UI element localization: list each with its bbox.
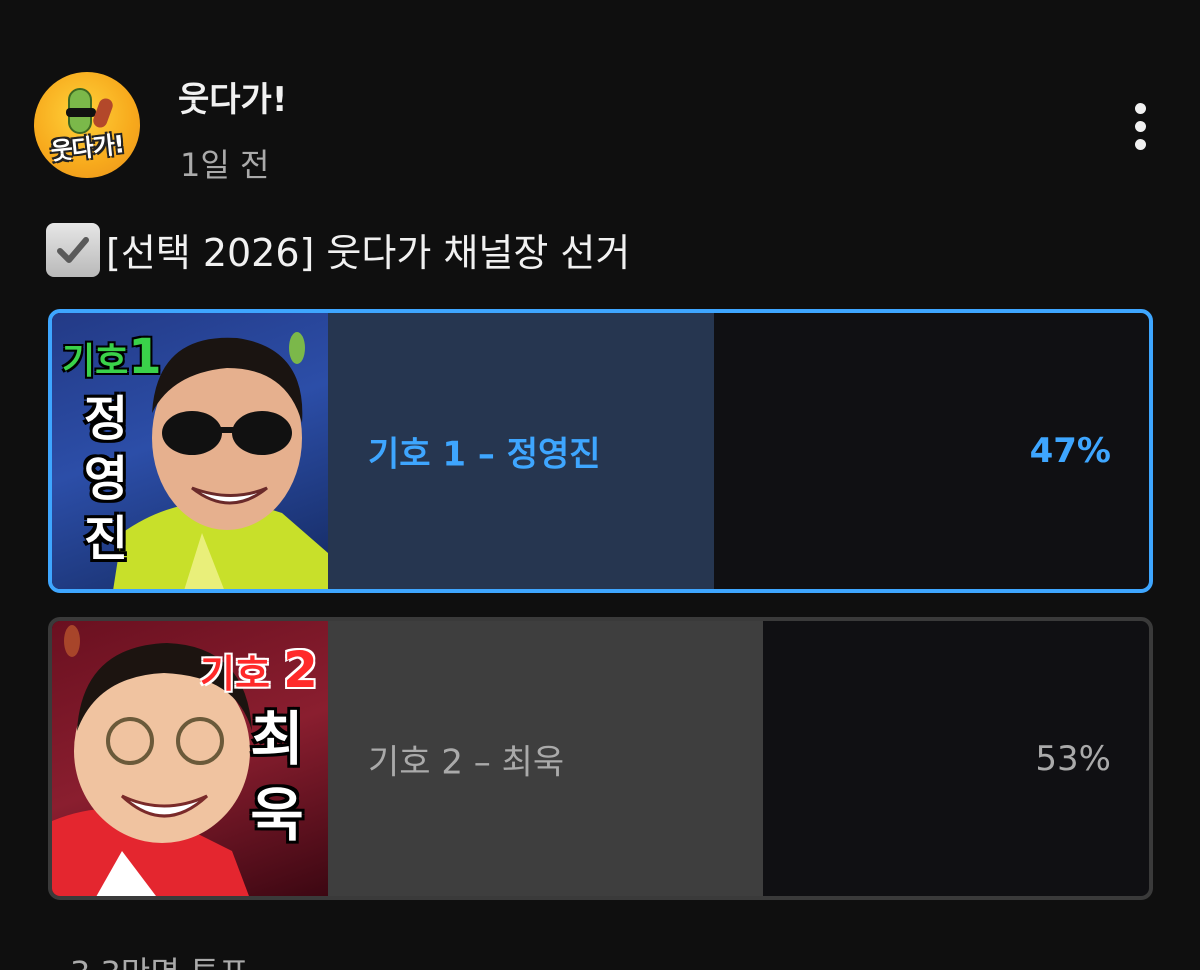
candidate-1-symbol-tag: 기호1	[62, 329, 162, 385]
vote-count: 3.3만명 투표	[70, 948, 249, 970]
sunglasses-icon	[66, 108, 96, 117]
dot-icon	[1134, 120, 1146, 132]
candidate-2-symbol-tag: 기호 2	[200, 641, 318, 699]
candidate-1-thumbnail: 기호1 정 영 진	[52, 313, 328, 589]
more-options-button[interactable]	[1116, 96, 1164, 156]
channel-name[interactable]: 웃다가!	[178, 72, 287, 121]
poll-option-label: 기호 2 – 최욱	[368, 742, 565, 782]
post-title: [선택 2026] 웃다가 채널장 선거	[46, 222, 630, 277]
community-post: 웃다가! 웃다가! 1일 전 [선택 2026] 웃다가 채널장 선거 기호1 …	[0, 0, 1200, 970]
poll-option-percent: 47%	[1029, 431, 1111, 471]
dot-icon	[1134, 102, 1146, 114]
candidate-2-name-vertical: 최 욱	[250, 705, 304, 849]
poll-option-2[interactable]: 기호 2 최 욱 기호 2 – 최욱 53%	[48, 617, 1153, 900]
channel-avatar[interactable]: 웃다가!	[34, 72, 140, 178]
post-timestamp: 1일 전	[180, 146, 270, 184]
check-box-icon	[46, 222, 100, 277]
dot-icon	[1134, 138, 1146, 150]
poll-option-1[interactable]: 기호1 정 영 진 기호 1 – 정영진 47%	[48, 309, 1153, 593]
post-title-text: [선택 2026] 웃다가 채널장 선거	[106, 231, 631, 275]
poll-option-percent: 53%	[1035, 738, 1111, 779]
candidate-2-thumbnail: 기호 2 최 욱	[52, 621, 328, 896]
candidate-1-name-vertical: 정 영 진	[83, 391, 129, 567]
poll-option-label: 기호 1 – 정영진	[368, 434, 601, 475]
avatar-logo-text: 웃다가!	[49, 130, 126, 166]
